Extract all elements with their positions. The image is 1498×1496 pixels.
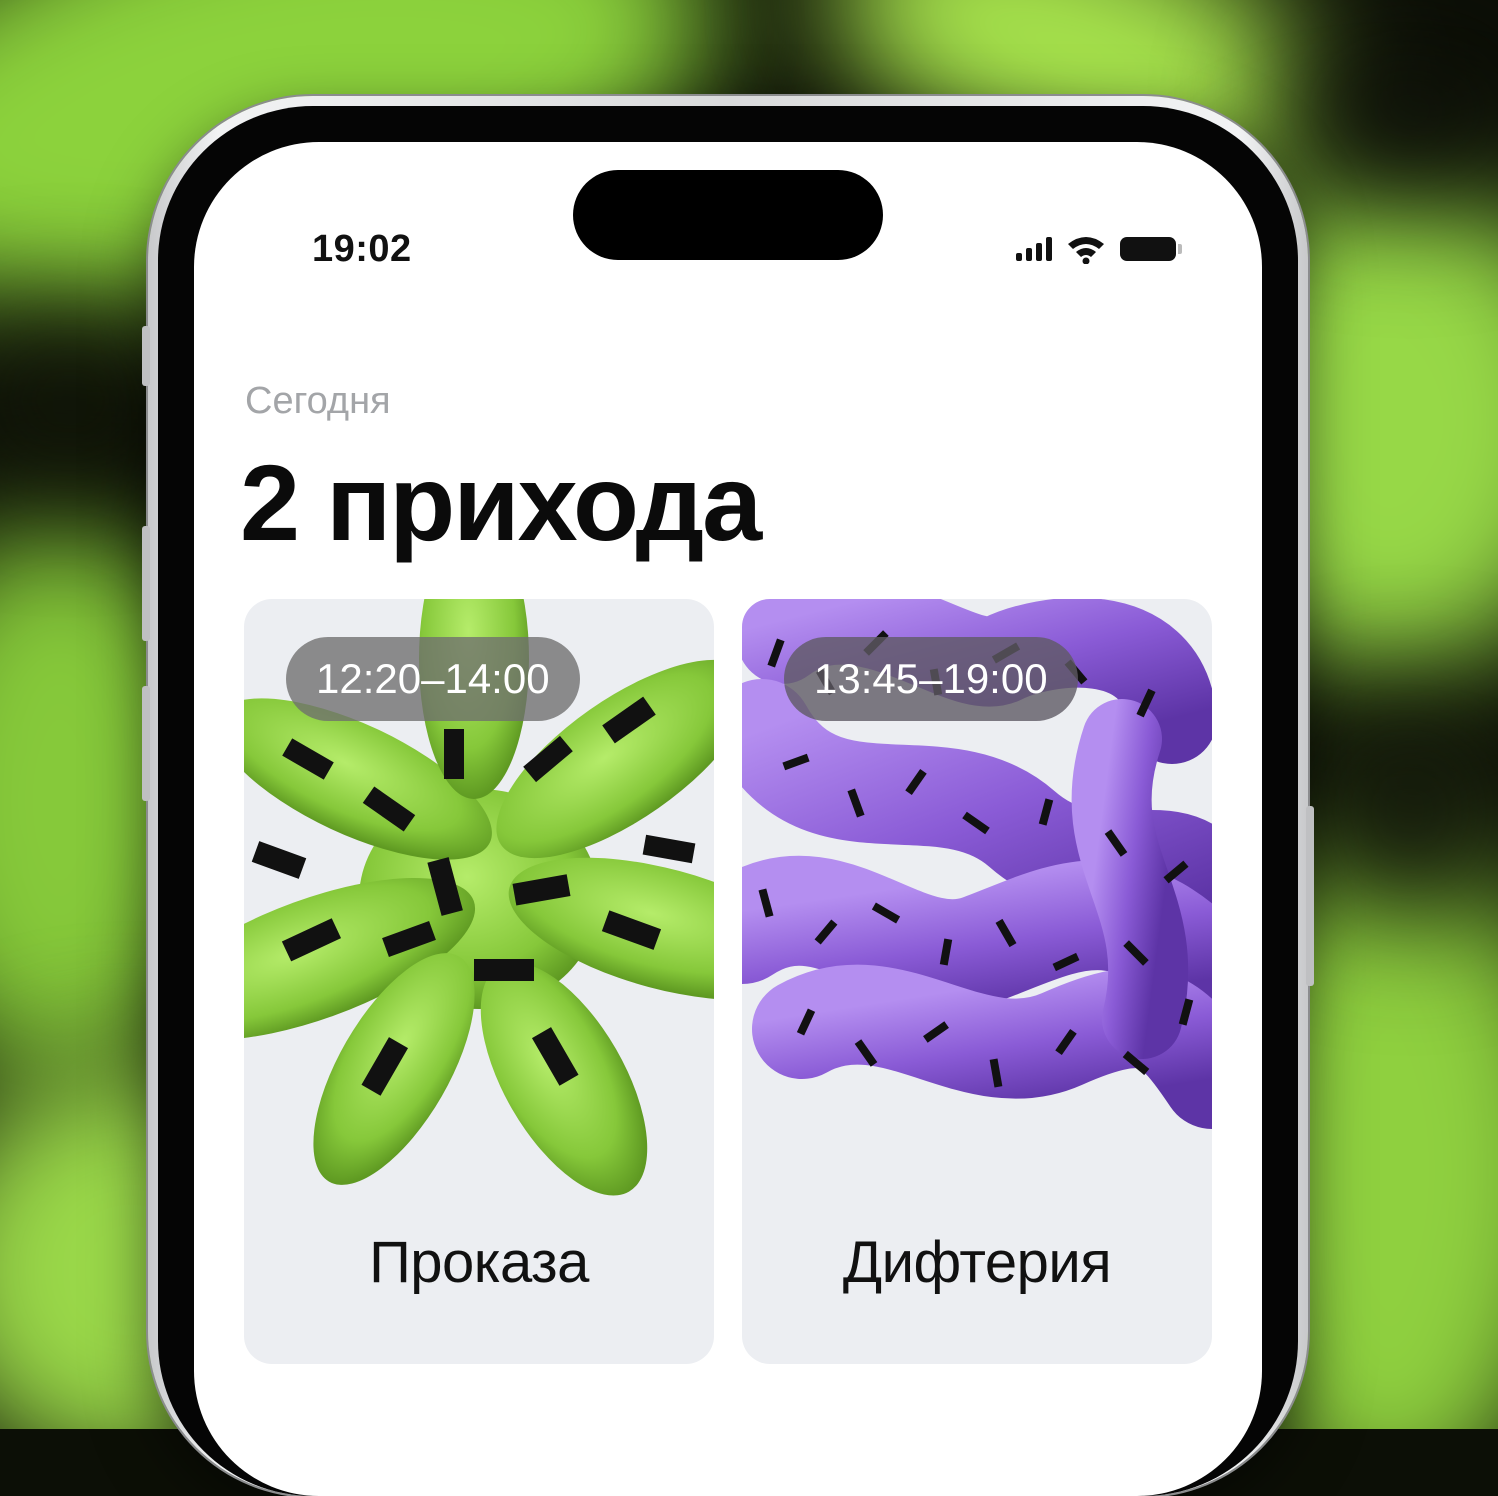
time-range-badge: 12:20–14:00 bbox=[286, 637, 580, 721]
phone-bezel: 19:02 Сегодня 2 прихода 12:20–14:00 Прок… bbox=[158, 106, 1298, 1496]
phone-frame: 19:02 Сегодня 2 прихода 12:20–14:00 Прок… bbox=[142, 96, 1314, 1496]
card-title: Проказа bbox=[369, 1230, 589, 1295]
action-button bbox=[142, 326, 150, 386]
event-card-1[interactable]: 12:20–14:00 Проказа bbox=[244, 599, 714, 1364]
time-range-badge: 13:45–19:00 bbox=[784, 637, 1078, 721]
cellular-signal-icon bbox=[1016, 237, 1052, 261]
volume-down-button bbox=[142, 686, 150, 801]
date-label: Сегодня bbox=[245, 380, 391, 422]
phone-screen: 19:02 Сегодня 2 прихода 12:20–14:00 Прок… bbox=[194, 142, 1262, 1496]
dynamic-island bbox=[573, 170, 883, 260]
card-title: Дифтерия bbox=[842, 1230, 1112, 1295]
event-card-2[interactable]: 13:45–19:00 Дифтерия bbox=[742, 599, 1212, 1364]
page-title: 2 прихода bbox=[240, 442, 762, 563]
battery-icon bbox=[1120, 237, 1182, 261]
status-icons bbox=[1016, 234, 1182, 264]
wifi-icon bbox=[1068, 237, 1104, 264]
status-time: 19:02 bbox=[312, 228, 412, 270]
power-button bbox=[1306, 806, 1314, 986]
volume-up-button bbox=[142, 526, 150, 641]
